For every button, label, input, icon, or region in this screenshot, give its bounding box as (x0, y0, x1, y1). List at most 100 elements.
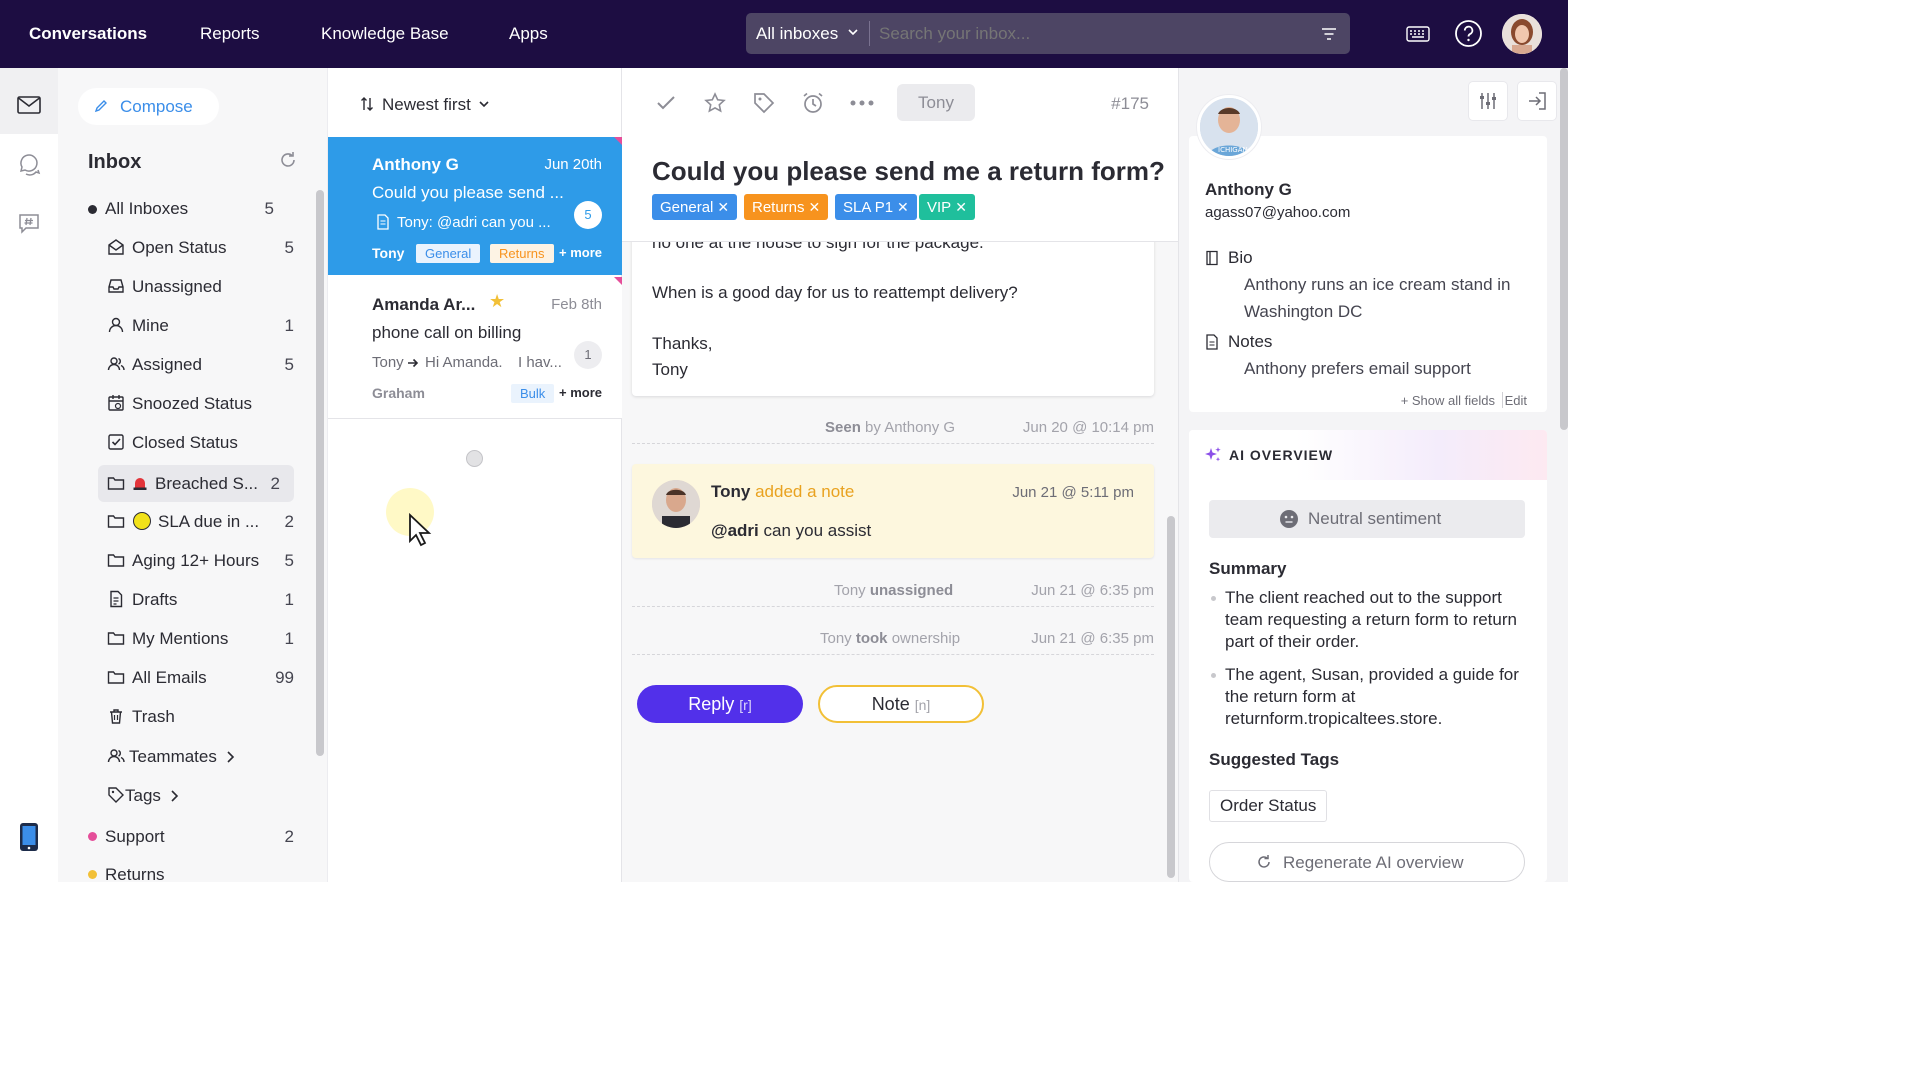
remove-tag-icon[interactable]: ✕ (897, 199, 909, 215)
folder-icon (107, 515, 125, 528)
support-dot (88, 832, 97, 841)
panel-settings-button[interactable] (1469, 82, 1507, 120)
ownership-event: Tony took ownership Jun 21 @ 6:35 pm (632, 625, 1154, 655)
unassigned-event: Tony unassigned Jun 21 @ 6:35 pm (632, 577, 1154, 607)
collapse-panel-button[interactable] (1518, 82, 1556, 120)
detail-scrollbar[interactable] (1167, 516, 1175, 878)
person-icon (108, 317, 124, 333)
sidebar-item-count: 5 (264, 199, 274, 218)
sidebar-item-teammates[interactable]: Teammates (98, 738, 294, 774)
chevron-down-icon[interactable] (846, 25, 860, 39)
suggested-tag[interactable]: Order Status (1209, 790, 1328, 822)
note-label: Note (871, 694, 910, 714)
sidebar-item-drafts[interactable]: Drafts 1 (98, 581, 294, 617)
user-avatar[interactable] (1502, 14, 1542, 54)
nav-knowledge-base[interactable]: Knowledge Base (321, 24, 449, 44)
sidebar-item-aging[interactable]: Aging 12+ Hours 5 (98, 542, 294, 578)
sidebar-item-my-mentions[interactable]: My Mentions 1 (98, 620, 294, 656)
sidebar-item-all-emails[interactable]: All Emails 99 (98, 659, 294, 695)
message-line: When is a good day for us to reattempt d… (652, 283, 1018, 302)
filter-icon[interactable] (1320, 25, 1338, 43)
note-shortcut: [n] (914, 697, 931, 713)
sidebar-item-label: Open Status (132, 238, 227, 257)
event-time: Jun 21 @ 6:35 pm (1031, 630, 1154, 647)
more-options-icon[interactable] (850, 100, 874, 106)
more-tags-link[interactable]: + more (559, 245, 602, 260)
sidebar-item-count: 2 (284, 827, 294, 846)
conversation-subject: Could you please send ... (372, 183, 564, 202)
keyboard-icon[interactable] (1406, 24, 1430, 44)
show-all-fields-link[interactable]: + Show all fields (1401, 393, 1495, 408)
sidebar-item-tags[interactable]: Tags (98, 777, 294, 813)
inbox-tray-icon (108, 279, 124, 293)
nav-apps[interactable]: Apps (509, 24, 548, 44)
note-icon (377, 214, 389, 230)
nav-conversations[interactable]: Conversations (29, 24, 147, 44)
sidebar-item-trash[interactable]: Trash (98, 698, 294, 734)
more-tags-link[interactable]: + more (559, 385, 602, 400)
alarm-clock-icon[interactable] (802, 92, 824, 114)
sidebar-item-label: Breached S... (155, 474, 259, 493)
compose-button[interactable]: Compose (78, 88, 219, 125)
seen-label: Seen (825, 419, 861, 436)
assignee-selector[interactable]: Tony (897, 84, 975, 121)
sidebar-item-sla-due[interactable]: SLA due in ... 2 (98, 503, 294, 539)
regenerate-ai-button[interactable]: Regenerate AI overview (1209, 842, 1525, 882)
sidebar-item-label: All Inboxes (105, 199, 189, 218)
sidebar-item-label: Teammates (129, 747, 217, 766)
checkmark-icon[interactable] (655, 92, 677, 114)
event-actor: Tony (820, 630, 852, 647)
chat-icon[interactable] (17, 153, 41, 177)
document-icon (110, 590, 123, 608)
notes-text: Anthony prefers email support (1244, 359, 1471, 378)
tag-general[interactable]: General ✕ (652, 194, 738, 220)
sidebar-item-open-status[interactable]: Open Status 5 (98, 229, 294, 265)
help-icon[interactable] (1454, 19, 1483, 48)
sidebar-item-label: Drafts (132, 590, 178, 609)
tag-sla-p1[interactable]: SLA P1 ✕ (835, 194, 917, 220)
remove-tag-icon[interactable]: ✕ (955, 199, 967, 215)
star-icon[interactable] (704, 92, 726, 114)
edit-contact-link[interactable]: Edit (1505, 393, 1527, 408)
sidebar-scrollbar[interactable] (316, 190, 324, 756)
sidebar-item-count: 1 (284, 316, 294, 335)
mail-icon[interactable] (17, 95, 41, 115)
sidebar-item-all-inboxes[interactable]: All Inboxes 5 (88, 190, 284, 226)
sidebar-item-label: Assigned (132, 355, 202, 374)
search-input[interactable] (879, 24, 1299, 44)
seen-time: Jun 20 @ 10:14 pm (1022, 419, 1154, 436)
sidebar-item-closed-status[interactable]: Closed Status (98, 424, 294, 460)
contact-email[interactable]: agass07@yahoo.com (1205, 204, 1350, 221)
remove-tag-icon[interactable]: ✕ (809, 199, 821, 215)
sidebar-item-mine[interactable]: Mine 1 (98, 307, 294, 343)
sidebar-item-label: Trash (132, 707, 175, 726)
reply-label: Reply (688, 694, 735, 714)
folder-icon (107, 632, 125, 645)
tag-icon[interactable] (753, 92, 775, 114)
channel-icon[interactable] (17, 211, 41, 235)
nav-reports[interactable]: Reports (200, 24, 260, 44)
event-action: took (855, 630, 888, 647)
internal-note: Tony added a note Jun 21 @ 5:11 pm @adri… (632, 464, 1154, 558)
sidebar-item-assigned[interactable]: Assigned 5 (98, 346, 294, 382)
refresh-icon[interactable] (278, 150, 298, 170)
panel-scrollbar[interactable] (1560, 68, 1568, 430)
sidebar-item-support[interactable]: Support 2 (88, 818, 294, 854)
tag-returns: Returns (490, 244, 554, 263)
sidebar-item-breached-sla[interactable]: Breached S... 2 (98, 465, 294, 502)
conversation-item[interactable]: Anthony G Jun 20th Could you please send… (328, 137, 622, 275)
conversation-item[interactable]: Amanda Ar... ★ Feb 8th phone call on bil… (328, 277, 622, 419)
inbox-selector[interactable]: All inboxes (756, 24, 838, 44)
sidebar-item-count: 2 (284, 512, 294, 531)
sidebar-item-label: Aging 12+ Hours (132, 551, 260, 570)
tag-returns[interactable]: Returns ✕ (744, 194, 829, 220)
reply-button[interactable]: Reply [r] (637, 685, 803, 723)
phone-icon[interactable] (19, 822, 39, 852)
note-button[interactable]: Note [n] (818, 685, 984, 723)
sidebar-item-snoozed-status[interactable]: Snoozed Status (98, 385, 294, 421)
sidebar-item-returns[interactable]: Returns 1 (88, 856, 284, 882)
sidebar-item-label: Support (105, 827, 165, 846)
sidebar-item-unassigned[interactable]: Unassigned (98, 268, 294, 304)
remove-tag-icon[interactable]: ✕ (717, 199, 729, 215)
tag-vip[interactable]: VIP ✕ (919, 194, 975, 220)
